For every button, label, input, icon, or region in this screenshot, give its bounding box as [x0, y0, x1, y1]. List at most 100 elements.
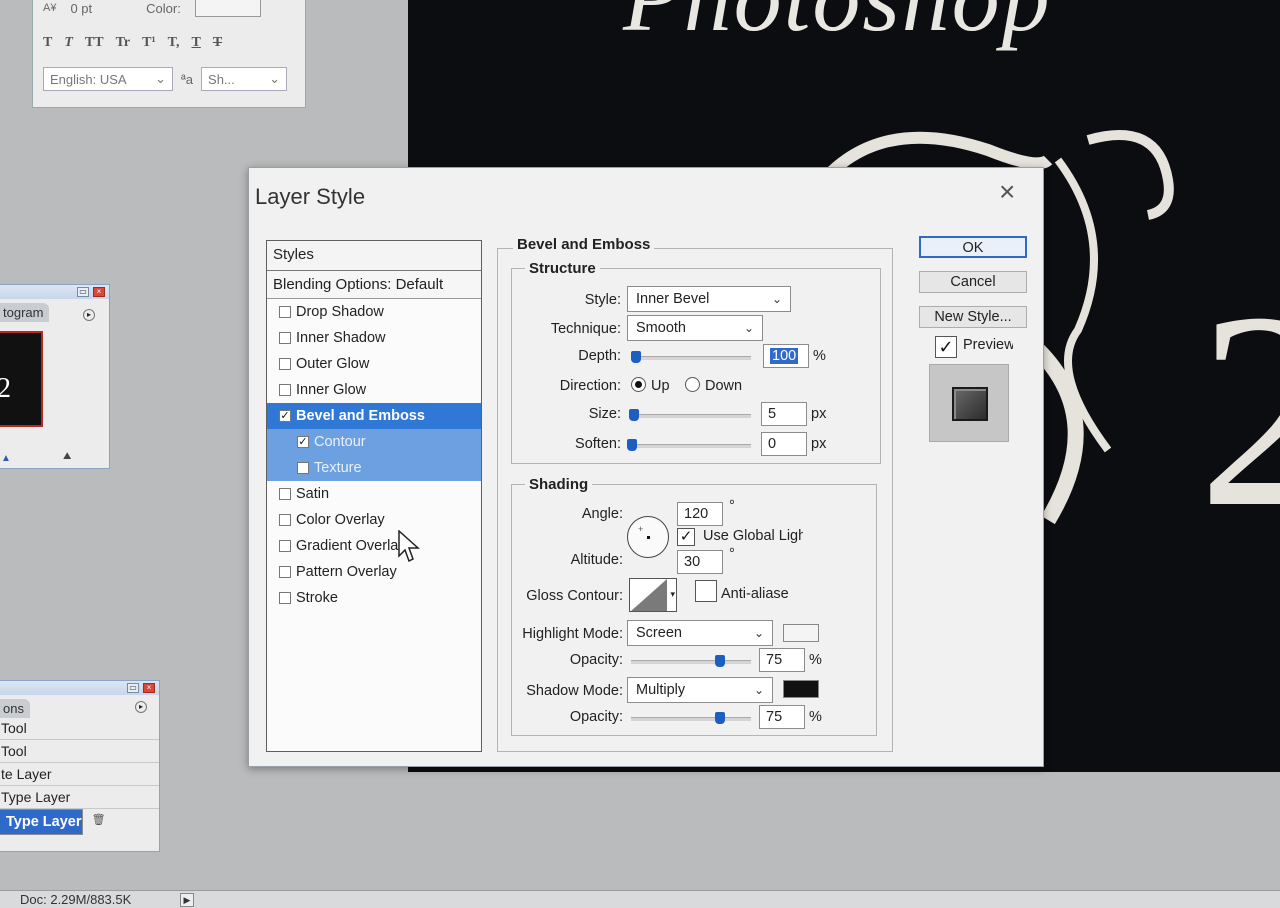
- technique-select[interactable]: Smooth ⌄: [627, 315, 763, 341]
- highlight-mode-select[interactable]: Screen ⌄: [627, 620, 773, 646]
- preview-checkbox[interactable]: ✓: [935, 336, 957, 358]
- shadow-mode-select[interactable]: Multiply ⌄: [627, 677, 773, 703]
- size-unit: px: [811, 406, 827, 422]
- subscript-button[interactable]: T,: [168, 35, 180, 51]
- style-item-drop-shadow[interactable]: Drop Shadow: [267, 299, 481, 325]
- action-item[interactable]: Tool: [0, 740, 159, 763]
- style-item-gradient-overla[interactable]: Gradient Overla: [267, 533, 481, 559]
- style-item-checkbox[interactable]: [279, 488, 291, 500]
- superscript-button[interactable]: T¹: [142, 35, 156, 51]
- styles-header[interactable]: Styles: [267, 241, 481, 271]
- action-item[interactable]: Type Layer: [0, 786, 159, 809]
- anti-alias-select[interactable]: Sh... ⌄: [201, 67, 288, 91]
- style-label: Style:: [584, 292, 621, 308]
- highlight-opacity-input[interactable]: 75: [759, 648, 805, 672]
- bevel-emboss-title: Bevel and Emboss: [513, 236, 655, 253]
- style-item-checkbox[interactable]: [279, 332, 291, 344]
- angle-dial[interactable]: +: [627, 516, 669, 558]
- action-item[interactable]: Tool: [0, 717, 159, 740]
- faux-italic-button[interactable]: T: [64, 35, 73, 51]
- style-item-checkbox[interactable]: [279, 514, 291, 526]
- shadow-mode-value: Multiply: [636, 682, 686, 698]
- style-item-stroke[interactable]: Stroke: [267, 585, 481, 611]
- actions-tab[interactable]: ons: [0, 699, 30, 718]
- ok-button[interactable]: OK: [919, 236, 1027, 258]
- histogram-tab[interactable]: togram: [0, 303, 50, 322]
- color-swatch[interactable]: [194, 0, 261, 17]
- altitude-input[interactable]: 30: [677, 550, 723, 574]
- highlight-opacity-thumb[interactable]: [715, 655, 725, 667]
- highlight-opacity-slider[interactable]: [631, 655, 751, 667]
- global-light-checkbox[interactable]: ✓: [677, 528, 695, 546]
- histogram-panel-titlebar: ▭ ×: [0, 285, 109, 299]
- style-item-label: Pattern Overlay: [296, 564, 397, 580]
- direction-down-radio[interactable]: [685, 377, 700, 392]
- style-item-checkbox[interactable]: [279, 358, 291, 370]
- style-item-pattern-overlay[interactable]: Pattern Overlay: [267, 559, 481, 585]
- style-item-checkbox[interactable]: [279, 592, 291, 604]
- style-item-checkbox[interactable]: ✓: [297, 436, 309, 448]
- soften-slider[interactable]: [627, 439, 751, 451]
- style-item-checkbox[interactable]: [279, 384, 291, 396]
- cancel-button[interactable]: Cancel: [919, 271, 1027, 293]
- global-light-label: Use Global Light: [703, 528, 803, 544]
- style-item-checkbox[interactable]: [297, 462, 309, 474]
- shadow-opacity-slider[interactable]: [631, 712, 751, 724]
- blending-options-item[interactable]: Blending Options: Default: [267, 271, 481, 299]
- depth-input[interactable]: 100: [763, 344, 809, 368]
- highlight-color-swatch[interactable]: [783, 624, 819, 642]
- close-icon[interactable]: ×: [93, 287, 105, 297]
- style-item-checkbox[interactable]: [279, 566, 291, 578]
- style-item-contour[interactable]: ✓ Contour: [267, 429, 481, 455]
- trash-icon[interactable]: 🗑: [92, 813, 106, 826]
- style-item-inner-shadow[interactable]: Inner Shadow: [267, 325, 481, 351]
- style-item-bevel-and-emboss[interactable]: ✓ Bevel and Emboss: [267, 403, 481, 429]
- gloss-contour-picker[interactable]: ▾: [629, 578, 677, 612]
- style-item-outer-glow[interactable]: Outer Glow: [267, 351, 481, 377]
- action-item[interactable]: te Layer: [0, 763, 159, 786]
- tracking-value[interactable]: 0 pt: [70, 1, 92, 16]
- action-item-selected[interactable]: Type Layer: [0, 809, 83, 835]
- style-select[interactable]: Inner Bevel ⌄: [627, 286, 791, 312]
- anti-alias-value: Sh...: [208, 71, 235, 87]
- close-icon[interactable]: ×: [999, 178, 1015, 206]
- style-item-checkbox[interactable]: [279, 306, 291, 318]
- status-menu-arrow-icon[interactable]: ▶: [180, 893, 194, 907]
- size-input[interactable]: 5: [761, 402, 807, 426]
- panel-menu-icon[interactable]: ▸: [83, 309, 95, 321]
- slider-left-icon[interactable]: ▲: [1, 453, 11, 464]
- size-slider-thumb[interactable]: [629, 409, 639, 421]
- mountain-icon[interactable]: ⛰: [63, 451, 71, 462]
- soften-input[interactable]: 0: [761, 432, 807, 456]
- depth-slider-thumb[interactable]: [631, 351, 641, 363]
- depth-slider[interactable]: [631, 351, 751, 363]
- style-item-color-overlay[interactable]: Color Overlay: [267, 507, 481, 533]
- soften-value: 0: [768, 436, 777, 452]
- all-caps-button[interactable]: TT: [85, 35, 104, 51]
- anti-aliased-checkbox[interactable]: [695, 580, 717, 602]
- histogram-thumbnail-text: 2: [0, 373, 11, 404]
- style-item-texture[interactable]: Texture: [267, 455, 481, 481]
- style-item-checkbox[interactable]: ✓: [279, 410, 291, 422]
- size-slider[interactable]: [629, 409, 751, 421]
- direction-up-radio[interactable]: [631, 377, 646, 392]
- style-item-label: Satin: [296, 486, 330, 502]
- minimize-icon[interactable]: ▭: [127, 683, 139, 693]
- close-icon[interactable]: ×: [143, 683, 155, 693]
- underline-button[interactable]: T: [191, 35, 200, 51]
- faux-bold-button[interactable]: T: [43, 35, 52, 51]
- minimize-icon[interactable]: ▭: [77, 287, 89, 297]
- new-style-button[interactable]: New Style...: [919, 306, 1027, 328]
- style-item-satin[interactable]: Satin: [267, 481, 481, 507]
- shadow-color-swatch[interactable]: [783, 680, 819, 698]
- language-select[interactable]: English: USA ⌄: [43, 67, 173, 91]
- panel-menu-icon[interactable]: ▸: [135, 701, 147, 713]
- angle-input[interactable]: 120: [677, 502, 723, 526]
- soften-slider-thumb[interactable]: [627, 439, 637, 451]
- small-caps-button[interactable]: Tr: [116, 35, 131, 51]
- strikethrough-button[interactable]: T: [213, 35, 222, 51]
- style-item-checkbox[interactable]: [279, 540, 291, 552]
- style-item-inner-glow[interactable]: Inner Glow: [267, 377, 481, 403]
- shadow-opacity-thumb[interactable]: [715, 712, 725, 724]
- shadow-opacity-input[interactable]: 75: [759, 705, 805, 729]
